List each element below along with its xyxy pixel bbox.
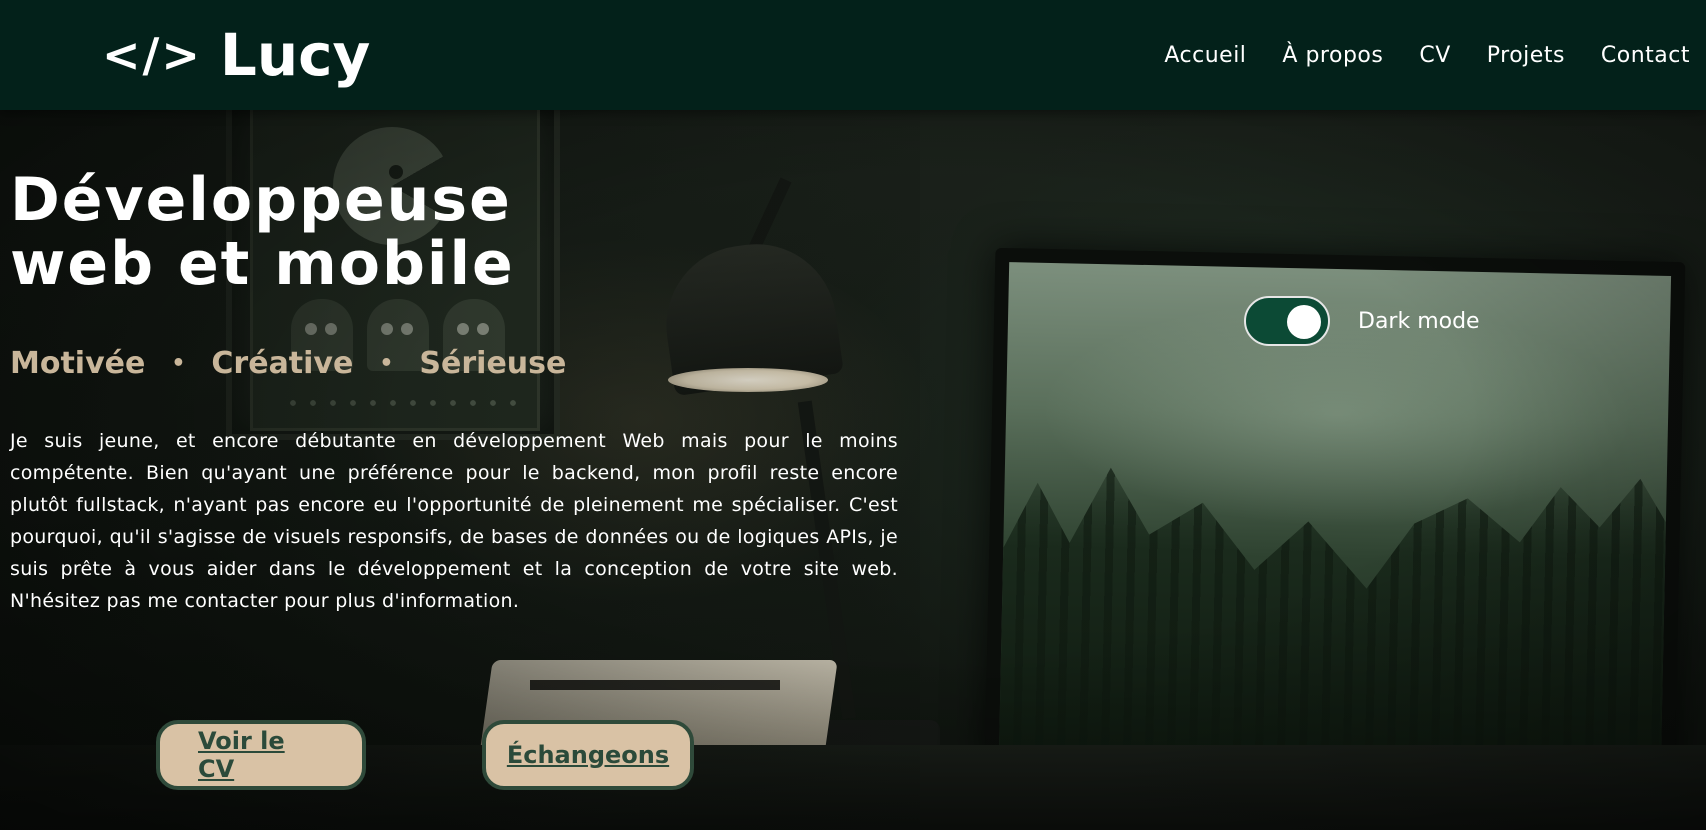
- logo-name: Lucy: [219, 21, 371, 89]
- quality-creative: Créative: [211, 346, 354, 381]
- nav-accueil[interactable]: Accueil: [1164, 43, 1246, 68]
- nav-cv[interactable]: CV: [1419, 43, 1450, 68]
- hero-title: Développeuse web et mobile: [10, 165, 515, 299]
- contact-button[interactable]: Échangeons: [482, 720, 694, 790]
- code-icon: </>: [102, 28, 202, 82]
- nav-projets[interactable]: Projets: [1487, 43, 1565, 68]
- hero-section: Développeuse web et mobile Motivée • Cré…: [10, 168, 900, 617]
- nav-a-propos[interactable]: À propos: [1282, 43, 1383, 68]
- site-header: </> Lucy Accueil À propos CV Projets Con…: [0, 0, 1706, 110]
- dark-mode-label: Dark mode: [1358, 308, 1480, 334]
- quality-motivee: Motivée: [10, 346, 146, 381]
- dark-mode-toggle[interactable]: [1244, 296, 1330, 346]
- toggle-knob: [1287, 305, 1321, 339]
- site-logo[interactable]: </> Lucy: [102, 21, 370, 89]
- intro-paragraph: Je suis jeune, et encore débutante en dé…: [10, 430, 898, 612]
- separator-dot: •: [379, 351, 394, 376]
- main-nav: Accueil À propos CV Projets Contact: [1164, 43, 1690, 68]
- view-cv-button[interactable]: Voir le CV: [156, 720, 366, 790]
- quality-serieuse: Sérieuse: [419, 346, 567, 381]
- nav-contact[interactable]: Contact: [1601, 43, 1690, 68]
- separator-dot: •: [171, 351, 186, 376]
- dark-mode-control: Dark mode: [1244, 296, 1480, 346]
- qualities-list: Motivée • Créative • Sérieuse: [10, 346, 900, 381]
